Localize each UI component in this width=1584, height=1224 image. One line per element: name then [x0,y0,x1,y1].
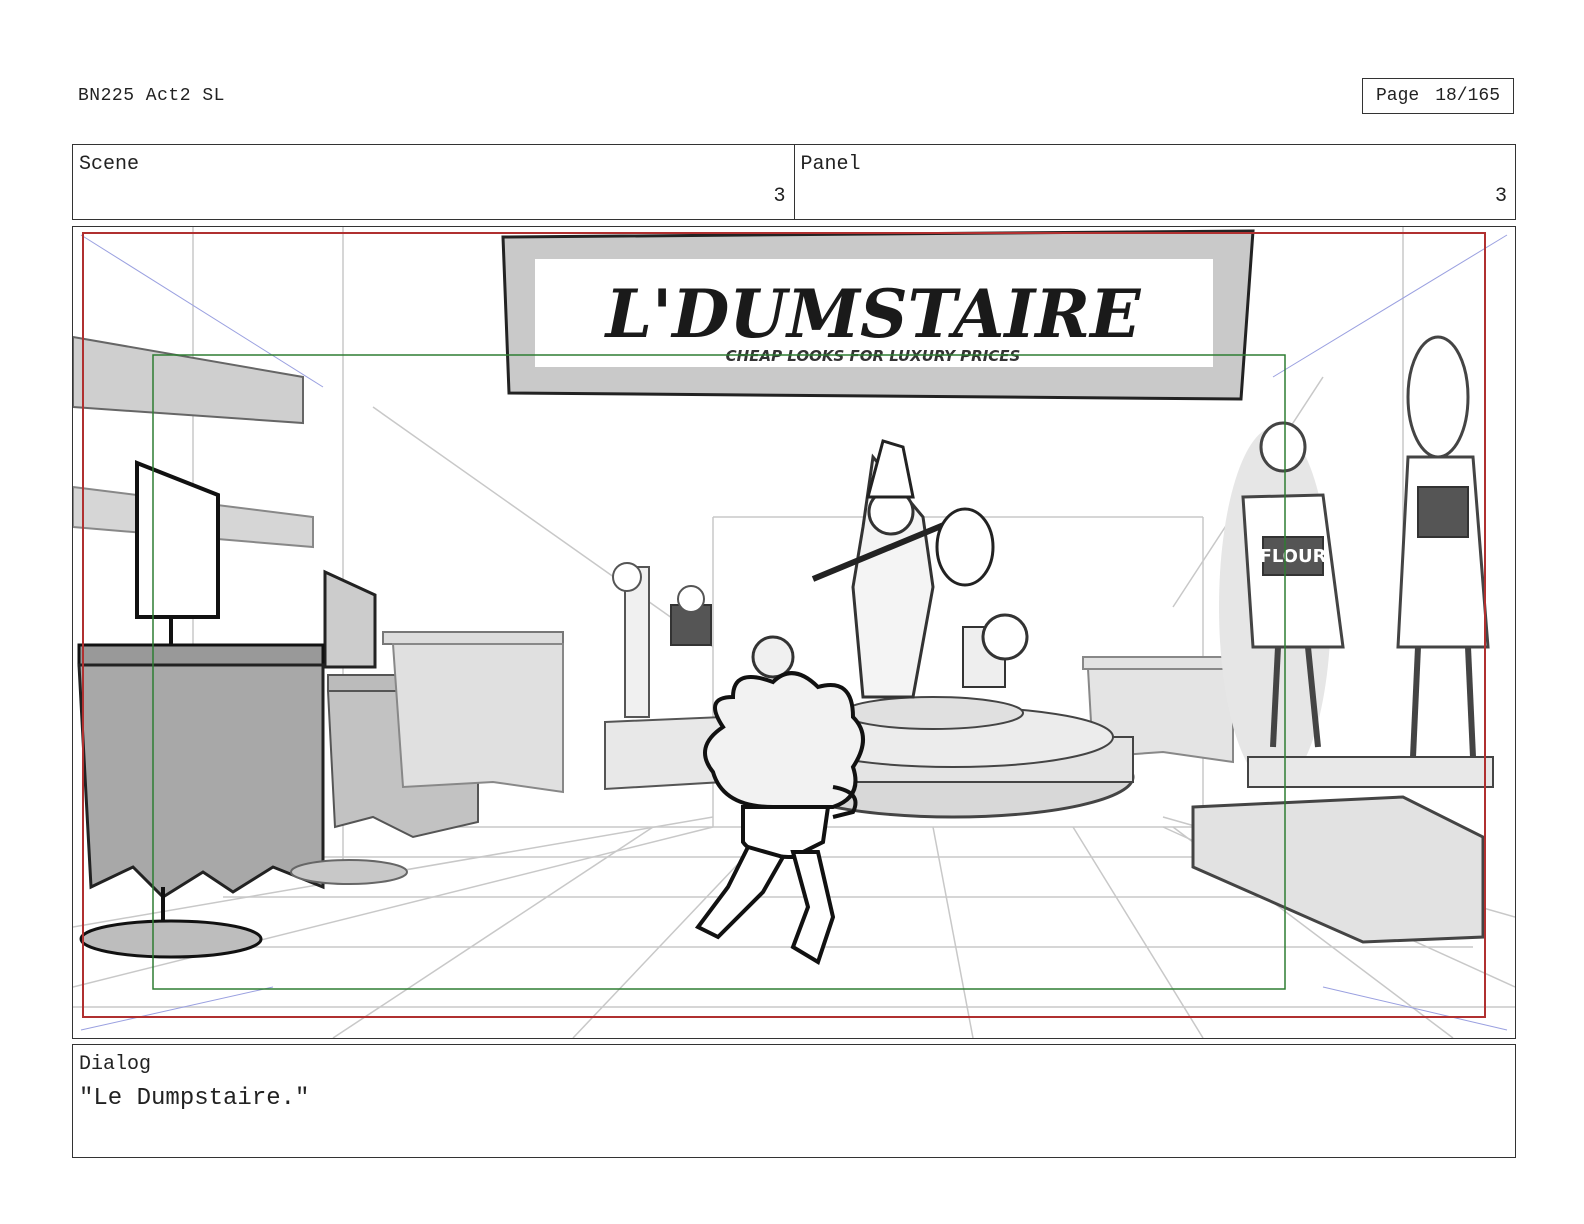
left-clothing-rack [77,631,564,959]
dialog-text: "Le Dumpstaire." [79,1085,310,1112]
panel-cell: Panel 3 [793,145,1516,219]
right-mannequins: FLOUR [1191,335,1494,944]
document-title: BN225 Act2 SL [78,86,225,106]
scene-panel-header: Scene 3 Panel 3 [72,144,1516,220]
panel-label: Panel [800,153,861,176]
store-sign: L'DUMSTAIRE CHEAP LOOKS FOR LUXURY PRICE… [501,229,1255,401]
page-label: Page [1375,86,1420,106]
scene-number: 3 [773,185,786,208]
panel-number: 3 [1494,185,1507,208]
storyboard-panel: L'DUMSTAIRE CHEAP LOOKS FOR LUXURY PRICE… [72,226,1516,1039]
dialog-label: Dialog [79,1053,152,1076]
scene-cell: Scene 3 [73,145,794,219]
dialog-box: Dialog "Le Dumpstaire." [72,1044,1516,1158]
sign-title: L'DUMSTAIRE [604,275,1143,353]
page-indicator: Page 18/165 [1362,78,1514,114]
storyboard-drawing: L'DUMSTAIRE CHEAP LOOKS FOR LUXURY PRICE… [73,227,1515,1038]
mannequin-shirt-text: FLOUR [1260,546,1327,567]
page-number: 18/165 [1435,86,1501,106]
sign-tagline: CHEAP LOOKS FOR LUXURY PRICES [726,347,1021,365]
running-kid-character [694,671,865,965]
scene-label: Scene [79,153,140,176]
tv-screens [135,460,377,669]
